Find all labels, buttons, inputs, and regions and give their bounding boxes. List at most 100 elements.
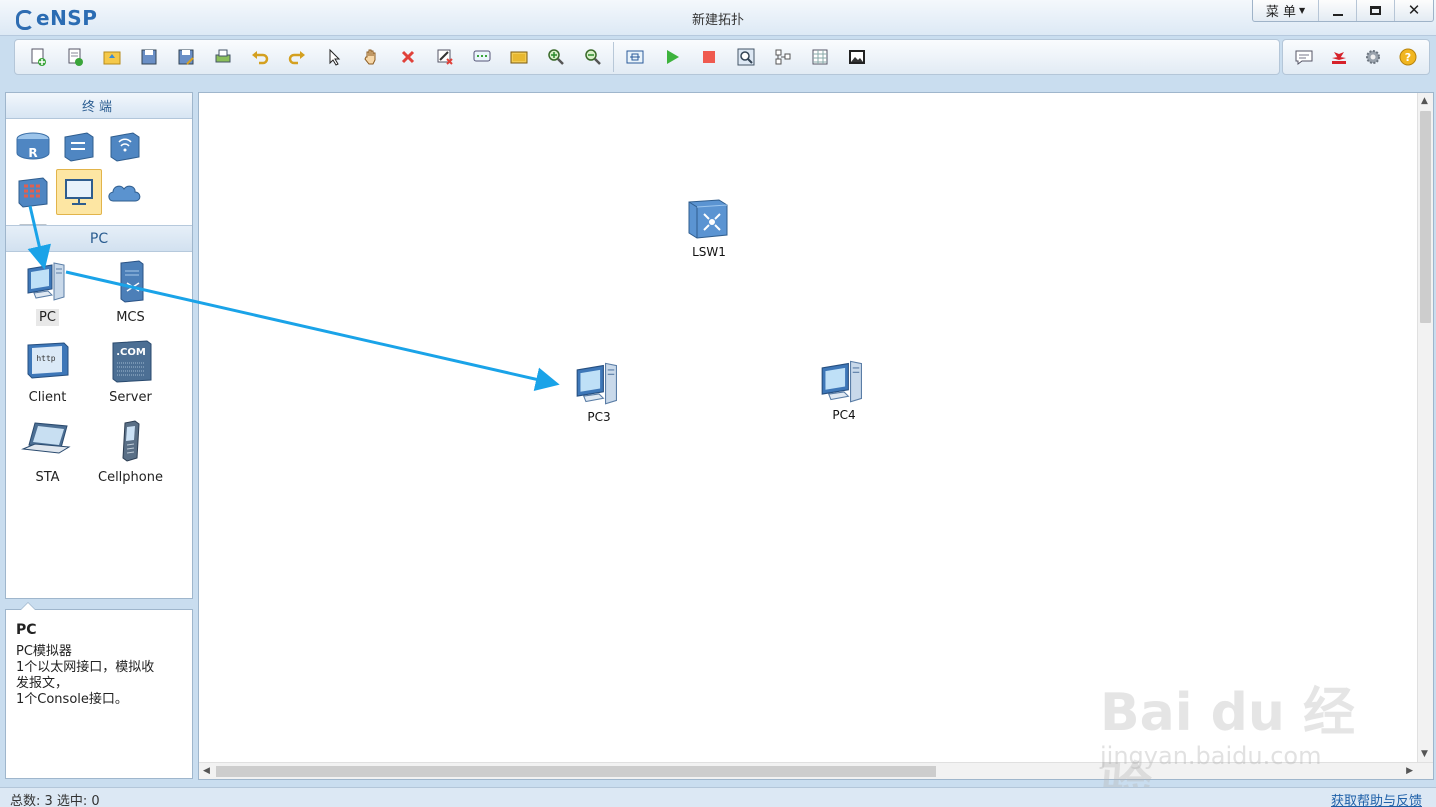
- device-label: Cellphone: [98, 470, 163, 485]
- start-device-icon: [666, 50, 679, 64]
- undo-button[interactable]: [241, 41, 278, 73]
- node-label: LSW1: [692, 245, 726, 259]
- close-icon: ✕: [1407, 1, 1421, 19]
- category-cloud[interactable]: [102, 169, 148, 215]
- open-button[interactable]: [93, 41, 130, 73]
- svg-text:R: R: [28, 146, 37, 160]
- huawei-logo-icon: [1331, 52, 1346, 64]
- end-device-icon: [65, 179, 93, 205]
- huawei-button[interactable]: [1322, 41, 1357, 73]
- category-router[interactable]: R: [10, 123, 56, 169]
- node-lsw1[interactable]: LSW1: [685, 196, 733, 259]
- delete-link-button[interactable]: [426, 41, 463, 73]
- category-switch[interactable]: [56, 123, 102, 169]
- switch-icon: [688, 199, 728, 239]
- device-panel: 终端 R PC PC MCS http Client .COM Server S…: [5, 92, 193, 599]
- vertical-scroll-thumb[interactable]: [1420, 111, 1431, 323]
- zoom-out-button[interactable]: [574, 41, 611, 73]
- delete-button[interactable]: [389, 41, 426, 73]
- pc-icon: [27, 262, 64, 301]
- fit-view-button[interactable]: [616, 41, 653, 73]
- toolbar-divider: [613, 42, 614, 72]
- chat-icon: [1295, 50, 1313, 65]
- mcs-server-icon: [120, 260, 143, 303]
- window-title: 新建拓扑: [691, 13, 744, 28]
- main-toolbar: [14, 39, 1280, 75]
- save-icon: [141, 49, 156, 65]
- device-mcs[interactable]: MCS: [89, 255, 172, 335]
- laptop-sta-icon: [20, 422, 71, 454]
- add-text-icon: [473, 50, 490, 62]
- new-example-button[interactable]: [56, 41, 93, 73]
- description-line: 1个Console接口。: [16, 692, 128, 707]
- category-firewall[interactable]: [10, 169, 56, 215]
- settings-button[interactable]: [1356, 41, 1391, 73]
- http-client-icon: http: [27, 342, 68, 379]
- help-button[interactable]: ?: [1391, 41, 1426, 73]
- redo-button[interactable]: [278, 41, 315, 73]
- device-grid: PC MCS http Client .COM Server STA Cellp…: [6, 255, 192, 495]
- capture-data-button[interactable]: [727, 41, 764, 73]
- new-topology-button[interactable]: [19, 41, 56, 73]
- stop-device-button[interactable]: [690, 41, 727, 73]
- zoom-in-button[interactable]: [537, 41, 574, 73]
- palette-button[interactable]: [500, 41, 537, 73]
- category-wireless[interactable]: [102, 123, 148, 169]
- screenshot-button[interactable]: [838, 41, 875, 73]
- status-bar: 总数: 3 选中: 0 获取帮助与反馈: [0, 787, 1436, 807]
- device-pc[interactable]: PC: [6, 255, 89, 335]
- open-icon: [103, 51, 120, 65]
- scroll-down-icon[interactable]: ▼: [1421, 749, 1428, 759]
- save-as-button[interactable]: [167, 41, 204, 73]
- scroll-right-icon[interactable]: ▶: [1406, 766, 1413, 776]
- device-label: MCS: [116, 310, 145, 325]
- print-button[interactable]: [204, 41, 241, 73]
- svg-text:http: http: [36, 354, 55, 363]
- select-button[interactable]: [315, 41, 352, 73]
- save-button[interactable]: [130, 41, 167, 73]
- scroll-left-icon[interactable]: ◀: [203, 766, 210, 776]
- grid-button[interactable]: [801, 41, 838, 73]
- add-text-button[interactable]: [463, 41, 500, 73]
- start-device-button[interactable]: [653, 41, 690, 73]
- pan-button[interactable]: [352, 41, 389, 73]
- help-icon: ?: [1399, 48, 1417, 66]
- device-cellphone[interactable]: Cellphone: [89, 415, 172, 495]
- vertical-scrollbar[interactable]: ▲ ▼: [1417, 93, 1433, 763]
- save-as-icon: [178, 49, 194, 65]
- description-panel: PC PC模拟器 1个以太网接口，模拟收 发报文， 1个Console接口。: [5, 602, 193, 779]
- device-label: PC: [36, 309, 59, 326]
- node-pc3[interactable]: PC3: [571, 359, 627, 424]
- category-end-device[interactable]: [56, 169, 102, 215]
- horizontal-scroll-thumb[interactable]: [216, 766, 936, 777]
- description-line: 1个以太网接口，模拟收: [16, 660, 155, 675]
- screenshot-icon: [848, 50, 865, 64]
- group-header: PC: [6, 225, 192, 252]
- close-button[interactable]: ✕: [1395, 0, 1433, 21]
- feedback-button[interactable]: [1287, 41, 1322, 73]
- device-server[interactable]: .COM Server: [89, 335, 172, 415]
- node-pc4[interactable]: PC4: [816, 357, 872, 422]
- cellphone-icon: [121, 420, 140, 462]
- description-line: 发报文，: [16, 676, 69, 691]
- settings-gear-icon: [1366, 50, 1381, 64]
- menu-button[interactable]: 菜 单 ▼: [1253, 0, 1319, 21]
- device-client[interactable]: http Client: [6, 335, 89, 415]
- new-topology-icon: [31, 48, 46, 66]
- palette-icon: [510, 51, 527, 64]
- grid-icon: [812, 49, 827, 65]
- redo-icon: [288, 51, 305, 65]
- selection-count: 总数: 3 选中: 0: [10, 794, 100, 807]
- svg-text:.COM: .COM: [116, 347, 146, 358]
- zoom-out-icon: [584, 49, 601, 65]
- new-example-icon: [68, 48, 83, 66]
- minimize-button[interactable]: [1319, 0, 1357, 21]
- minimize-icon: [1332, 13, 1343, 16]
- help-feedback-link[interactable]: 获取帮助与反馈: [1331, 790, 1422, 807]
- scroll-up-icon[interactable]: ▲: [1421, 96, 1428, 106]
- delete-link-icon: [437, 49, 453, 65]
- toolbar-right: ?: [1282, 39, 1430, 75]
- device-sta[interactable]: STA: [6, 415, 89, 495]
- topology-button[interactable]: [764, 41, 801, 73]
- maximize-button[interactable]: [1357, 0, 1395, 21]
